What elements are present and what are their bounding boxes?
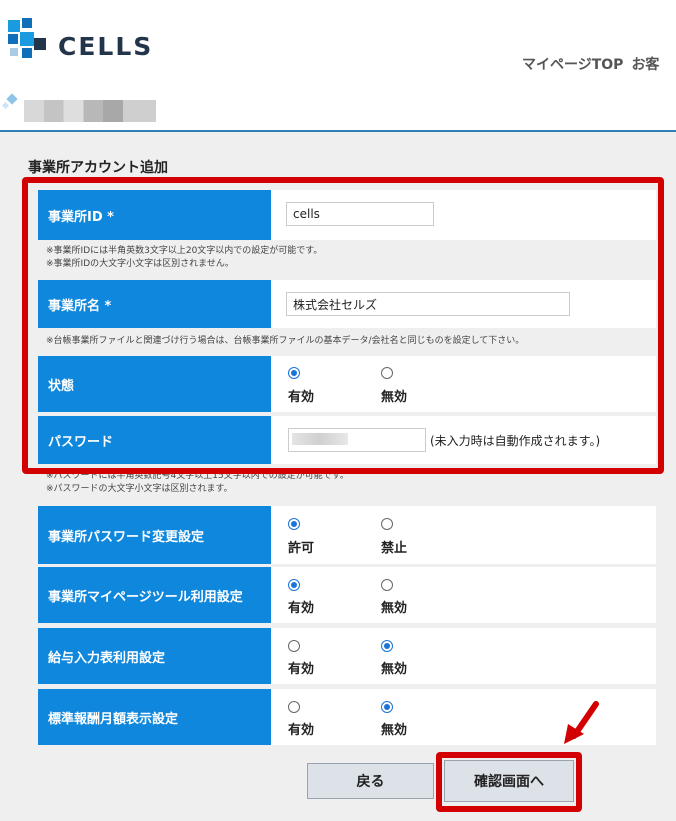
salary-input-active-label: 有効	[288, 662, 315, 677]
mypage-tool-active-radio[interactable]	[288, 579, 300, 591]
password-change-allow-label: 許可	[288, 541, 315, 556]
arrow-icon	[564, 701, 599, 744]
section-title: 事業所アカウント追加	[28, 160, 168, 176]
mypage-tool-inactive-label: 無効	[381, 601, 408, 616]
password-change-row: 事業所パスワード変更設定 許可 禁止	[38, 506, 656, 564]
diamond-icon	[2, 93, 18, 110]
cells-logo[interactable]: CELLS	[8, 18, 158, 62]
logo-mark-icon	[8, 18, 46, 58]
highlight-box	[22, 177, 664, 474]
password-change-deny-label: 禁止	[381, 541, 408, 556]
standard-pay-inactive-label: 無効	[381, 723, 408, 738]
mypage-tool-inactive-radio[interactable]	[381, 579, 393, 591]
mypage-tool-row: 事業所マイページツール利用設定 有効 無効	[38, 567, 656, 623]
password-change-allow-radio[interactable]	[288, 518, 300, 530]
salary-input-inactive-label: 無効	[381, 662, 408, 677]
logo-text: CELLS	[58, 32, 154, 61]
back-button[interactable]: 戻る	[307, 763, 434, 799]
password-change-deny-radio[interactable]	[381, 518, 393, 530]
mypage-tool-active-label: 有効	[288, 601, 315, 616]
salary-input-active-radio[interactable]	[288, 640, 300, 652]
mypage-tool-label: 事業所マイページツール利用設定	[38, 567, 271, 623]
password-change-label: 事業所パスワード変更設定	[38, 506, 271, 564]
standard-pay-active-radio[interactable]	[288, 701, 300, 713]
standard-pay-active-label: 有効	[288, 723, 315, 738]
header: CELLS マイページTOP お客	[0, 0, 676, 80]
blurred-title	[24, 100, 156, 122]
nav-customer[interactable]: お客	[631, 57, 659, 73]
top-nav: マイページTOP お客	[522, 54, 667, 74]
confirm-highlight-box	[436, 752, 582, 812]
nav-mypage-top[interactable]: マイページTOP	[522, 57, 623, 73]
salary-input-inactive-radio[interactable]	[381, 640, 393, 652]
standard-pay-inactive-radio[interactable]	[381, 701, 393, 713]
standard-pay-label: 標準報酬月額表示設定	[38, 689, 271, 745]
salary-input-label: 給与入力表利用設定	[38, 628, 271, 684]
salary-input-row: 給与入力表利用設定 有効 無効	[38, 628, 656, 684]
